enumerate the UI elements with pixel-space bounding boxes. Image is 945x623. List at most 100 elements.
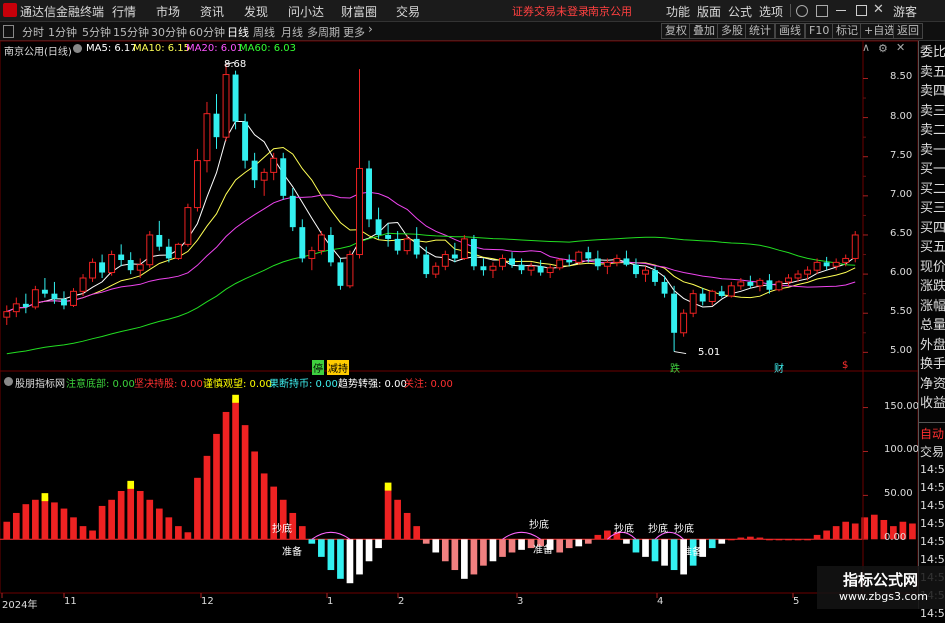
indicator-bar-positive — [79, 526, 87, 540]
candle-down — [289, 188, 296, 232]
event-tag-dividend[interactable]: $ — [842, 360, 848, 371]
candle-body — [747, 281, 754, 286]
indicator-bar-positive — [222, 411, 230, 540]
candle-up — [12, 297, 20, 318]
event-tag-reduce[interactable]: 减持 — [327, 360, 349, 375]
candle-body — [623, 258, 630, 265]
side-field-label: 卖四 — [920, 84, 945, 99]
candle-up — [136, 258, 144, 279]
candle-body — [165, 246, 172, 259]
candle-body — [89, 261, 97, 279]
side-field-label: 涨跌 — [920, 279, 945, 294]
candle-body — [842, 257, 850, 263]
candle-body — [289, 195, 296, 228]
candle-up — [680, 309, 688, 337]
candle-down — [518, 258, 525, 275]
candlestick-series — [3, 64, 859, 352]
indicator-warning-cap — [127, 480, 135, 489]
indicator-bar-positive — [117, 491, 125, 540]
indicator-bar-positive — [413, 526, 421, 540]
chart-settings-icon[interactable]: ⚙ — [878, 42, 888, 55]
candle-down — [22, 293, 29, 314]
indicator-bar-positive — [194, 477, 201, 540]
candle-body — [603, 261, 611, 267]
indicator-bar-positive — [384, 486, 392, 540]
candle-body — [260, 171, 268, 181]
candle-up — [184, 203, 192, 247]
side-field-label: 收益 — [920, 396, 945, 411]
candle-body — [280, 158, 287, 196]
indicator-bar-negative — [422, 539, 430, 544]
chart-area[interactable] — [0, 0, 945, 609]
candle-body — [51, 293, 58, 300]
candle-up — [108, 250, 116, 276]
side-tab-trade[interactable]: 交易 — [920, 443, 944, 460]
candle-up — [174, 242, 182, 261]
price-tick: 7.50 — [890, 149, 913, 161]
candle-down — [299, 219, 306, 263]
candle-up — [146, 231, 154, 268]
candle-down — [413, 227, 420, 259]
candle-body — [518, 264, 525, 271]
candle-body — [413, 238, 420, 255]
quote-side-panel: 委比 卖五 卖四 卖三 卖二 卖一 买一 买二 买三 买四 买五 现价 涨跌 涨幅 总量 外盘 换手 净资 收益 自… — [918, 41, 945, 620]
date-tick: 5 — [793, 596, 800, 607]
indicator-pane-border — [0, 370, 919, 594]
indicator-bar-negative — [451, 539, 459, 571]
indicator-warning-cap — [384, 482, 392, 491]
candle-body — [385, 234, 392, 239]
high-price-label: 8.68 — [224, 59, 247, 70]
candle-body — [12, 303, 20, 313]
side-tab-auto[interactable]: 自动 — [920, 425, 944, 442]
candle-up — [756, 278, 764, 292]
candle-body — [70, 290, 77, 306]
indicator-bar-positive — [241, 425, 249, 540]
candle-up — [308, 246, 316, 271]
indicator-bar-positive — [785, 539, 792, 541]
signal-buy-bottom: 抄底 — [674, 524, 694, 535]
candle-body — [756, 279, 764, 287]
candle-up — [222, 64, 230, 142]
candle-body — [337, 262, 344, 286]
candle-up — [775, 280, 783, 292]
indicator-bar-positive — [394, 499, 401, 540]
candle-up — [708, 289, 716, 306]
ma-settings-icon[interactable] — [73, 44, 82, 53]
side-field-label: 换手 — [920, 357, 945, 372]
candle-body — [499, 257, 506, 267]
event-tag-finance[interactable]: 财 — [774, 360, 784, 375]
candle-down — [394, 231, 401, 255]
candle-body — [222, 74, 230, 138]
candle-body — [327, 234, 334, 263]
indicator-name[interactable]: 股朋指标网 — [15, 375, 65, 390]
indicator-bar-positive — [870, 514, 878, 540]
date-tick: 2 — [398, 596, 405, 607]
chart-nav-up-icon[interactable]: ∧ — [862, 41, 870, 54]
candle-up — [556, 258, 564, 271]
signal-arc — [311, 531, 351, 540]
price-tick: 5.00 — [890, 345, 913, 357]
candle-body — [22, 303, 29, 307]
watermark-logo: 指标公式网 www.zbgs3.com — [817, 566, 945, 609]
candle-body — [308, 250, 316, 259]
signal-buy-bottom: 抄底 — [529, 520, 549, 531]
side-field-label: 现价 — [920, 259, 945, 275]
candle-body — [671, 293, 678, 333]
indicator-bar-negative — [461, 539, 468, 579]
indicator-bar-positive — [861, 517, 869, 540]
candle-body — [737, 281, 745, 287]
candle-down — [623, 250, 630, 267]
candle-down — [385, 223, 392, 247]
event-tag-suspend[interactable]: 停 — [312, 360, 324, 375]
signal-prepare: 准备 — [682, 547, 702, 558]
candle-down — [213, 94, 220, 149]
event-tag-drop[interactable]: 跌 — [670, 360, 680, 375]
candle-body — [432, 265, 440, 275]
candle-body — [203, 113, 211, 162]
candle-body — [451, 254, 458, 259]
indicator-tick: 100.00 — [884, 444, 919, 456]
chart-close-icon[interactable]: ✕ — [896, 41, 905, 54]
indicator-bar-negative — [470, 539, 478, 575]
indicator-settings-icon[interactable] — [4, 377, 13, 386]
candle-down — [156, 220, 163, 251]
